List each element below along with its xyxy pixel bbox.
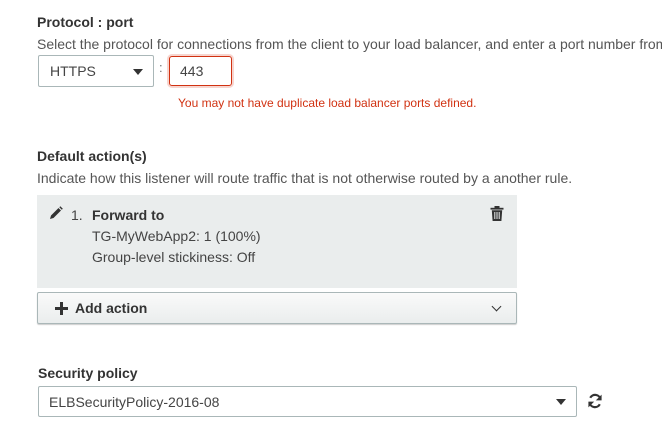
default-actions-label: Default action(s) xyxy=(37,148,147,164)
action-card: 1. Forward to TG-MyWebApp2: 1 (100%) Gro… xyxy=(37,195,517,288)
action-number: 1. xyxy=(71,207,83,223)
add-action-button[interactable]: Add action xyxy=(37,292,517,324)
protocol-select[interactable]: HTTPS xyxy=(38,55,154,87)
protocol-select-value: HTTPS xyxy=(50,63,96,79)
chevron-down-icon xyxy=(133,69,143,75)
chevron-down-icon xyxy=(491,301,502,312)
action-stickiness: Group-level stickiness: Off xyxy=(92,249,256,265)
action-title: Forward to xyxy=(92,207,165,223)
security-policy-label: Security policy xyxy=(38,365,138,381)
refresh-icon[interactable] xyxy=(587,393,603,412)
pencil-icon[interactable] xyxy=(49,206,63,223)
trash-icon[interactable] xyxy=(490,206,504,224)
chevron-down-icon xyxy=(556,399,566,405)
plus-icon xyxy=(55,302,68,318)
port-separator: : xyxy=(159,60,163,75)
action-target-group: TG-MyWebApp2: 1 (100%) xyxy=(92,228,261,244)
add-action-label: Add action xyxy=(75,300,148,316)
default-actions-description: Indicate how this listener will route tr… xyxy=(37,170,573,186)
port-input[interactable]: 443 xyxy=(169,56,232,86)
protocol-port-label: Protocol : port xyxy=(37,14,134,30)
protocol-port-description: Select the protocol for connections from… xyxy=(37,36,662,52)
security-policy-select[interactable]: ELBSecurityPolicy-2016-08 xyxy=(38,386,577,417)
security-policy-value: ELBSecurityPolicy-2016-08 xyxy=(49,394,220,410)
port-error-message: You may not have duplicate load balancer… xyxy=(178,96,477,110)
